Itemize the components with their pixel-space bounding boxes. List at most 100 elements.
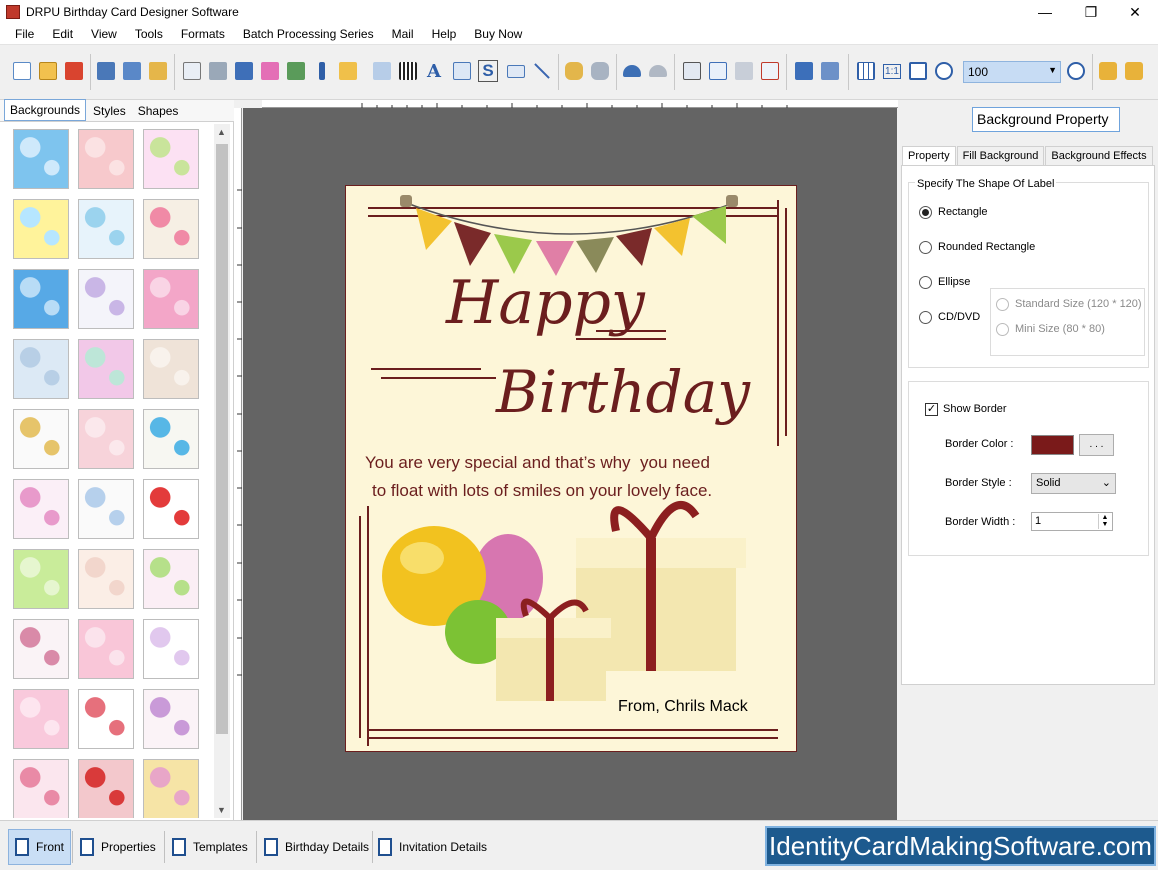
background-thumbnail[interactable] xyxy=(78,339,134,399)
minimize-button[interactable]: — xyxy=(1022,0,1068,24)
tab-fill-background[interactable]: Fill Background xyxy=(956,146,1045,165)
close-file-icon[interactable] xyxy=(62,59,86,83)
background-thumbnail[interactable] xyxy=(78,619,134,679)
menu-edit[interactable]: Edit xyxy=(43,27,82,41)
paste-icon[interactable] xyxy=(732,59,756,83)
menu-batch-processing[interactable]: Batch Processing Series xyxy=(234,27,383,41)
mail-icon[interactable] xyxy=(504,59,528,83)
tab-templates[interactable]: Templates xyxy=(172,829,248,865)
card-message-line1[interactable]: You are very special and that’s why you … xyxy=(365,453,710,473)
copy-icon[interactable] xyxy=(706,59,730,83)
grid-icon[interactable] xyxy=(854,59,878,83)
background-thumbnail[interactable] xyxy=(143,759,199,818)
new-icon[interactable] xyxy=(10,59,34,83)
radio-rectangle[interactable] xyxy=(919,206,932,219)
background-thumbnail[interactable] xyxy=(78,689,134,749)
stepper-arrows-icon[interactable]: ▲ ▼ xyxy=(1098,514,1111,529)
card-title-happy[interactable]: Happy xyxy=(446,268,645,338)
undo-icon[interactable] xyxy=(620,59,644,83)
background-thumbnail[interactable] xyxy=(13,129,69,189)
signature-icon[interactable]: S xyxy=(476,59,500,83)
zoom-select[interactable]: 100 ▼ xyxy=(963,61,1061,83)
watermark-icon[interactable] xyxy=(370,59,394,83)
background-thumbnail[interactable] xyxy=(143,619,199,679)
background-thumbnail[interactable] xyxy=(13,689,69,749)
tab-styles[interactable]: Styles xyxy=(88,101,131,121)
background-thumbnail[interactable] xyxy=(13,479,69,539)
tab-birthday-details[interactable]: Birthday Details xyxy=(264,829,369,865)
tab-invitation-details[interactable]: Invitation Details xyxy=(378,829,487,865)
background-thumbnail[interactable] xyxy=(143,549,199,609)
menu-help[interactable]: Help xyxy=(423,27,466,41)
unlock-icon[interactable] xyxy=(1122,59,1146,83)
background-thumbnail[interactable] xyxy=(78,129,134,189)
tab-property[interactable]: Property xyxy=(902,146,956,165)
gallery-scrollbar[interactable]: ▲ ▼ xyxy=(214,124,230,818)
background-thumbnail[interactable] xyxy=(143,199,199,259)
pen-icon[interactable] xyxy=(310,59,334,83)
word-art-icon[interactable] xyxy=(450,59,474,83)
border-style-select[interactable]: Solid ⌄ xyxy=(1031,473,1116,494)
radio-mini-size[interactable] xyxy=(996,323,1009,336)
shapes-icon[interactable] xyxy=(336,59,360,83)
actual-size-icon[interactable]: 1:1 xyxy=(880,59,904,83)
fit-window-icon[interactable] xyxy=(906,59,930,83)
image-icon[interactable] xyxy=(284,59,308,83)
background-thumbnail[interactable] xyxy=(78,549,134,609)
maximize-button[interactable]: ❐ xyxy=(1068,0,1114,24)
tab-background-effects[interactable]: Background Effects xyxy=(1045,146,1153,165)
scroll-down-icon[interactable]: ▼ xyxy=(217,805,226,815)
radio-cd-dvd[interactable] xyxy=(919,311,932,324)
barcode-icon[interactable] xyxy=(396,59,420,83)
delete-icon[interactable] xyxy=(758,59,782,83)
background-thumbnail[interactable] xyxy=(13,269,69,329)
background-thumbnail[interactable] xyxy=(143,689,199,749)
background-thumbnail[interactable] xyxy=(13,199,69,259)
background-thumbnail[interactable] xyxy=(143,269,199,329)
tab-front[interactable]: Front xyxy=(8,829,72,865)
background-thumbnail[interactable] xyxy=(13,759,69,818)
save-as-icon[interactable] xyxy=(120,59,144,83)
border-color-swatch[interactable] xyxy=(1031,435,1074,455)
card-message-line2[interactable]: to float with lots of smiles on your lov… xyxy=(372,481,712,501)
card-from[interactable]: From, Chrils Mack xyxy=(618,698,748,716)
cut-icon[interactable] xyxy=(680,59,704,83)
database-icon[interactable] xyxy=(562,59,586,83)
menu-tools[interactable]: Tools xyxy=(126,27,172,41)
lock-icon[interactable] xyxy=(1096,59,1120,83)
send-back-icon[interactable] xyxy=(818,59,842,83)
menu-buy-now[interactable]: Buy Now xyxy=(465,27,531,41)
radio-ellipse[interactable] xyxy=(919,276,932,289)
background-thumbnail[interactable] xyxy=(78,409,134,469)
background-thumbnail[interactable] xyxy=(13,549,69,609)
background-thumbnail[interactable] xyxy=(78,759,134,818)
bring-front-icon[interactable] xyxy=(792,59,816,83)
card-title-birthday[interactable]: Birthday xyxy=(496,358,750,426)
zoom-out-icon[interactable] xyxy=(1064,59,1088,83)
background-thumbnail[interactable] xyxy=(143,339,199,399)
close-button[interactable]: ✕ xyxy=(1112,0,1158,24)
menu-mail[interactable]: Mail xyxy=(383,27,423,41)
background-thumbnail[interactable] xyxy=(78,479,134,539)
gift-icon[interactable] xyxy=(258,59,282,83)
tab-properties[interactable]: Properties xyxy=(80,829,156,865)
scroll-up-icon[interactable]: ▲ xyxy=(217,127,226,137)
border-color-picker-button[interactable]: . . . xyxy=(1079,434,1114,456)
border-width-input[interactable]: 1 ▲ ▼ xyxy=(1031,512,1113,531)
birthday-card[interactable]: Happy Birthday You are very special and … xyxy=(345,185,797,752)
layers-icon[interactable] xyxy=(232,59,256,83)
export-icon[interactable] xyxy=(146,59,170,83)
menu-file[interactable]: File xyxy=(6,27,43,41)
tab-shapes[interactable]: Shapes xyxy=(133,101,184,121)
show-border-checkbox[interactable]: ✓ xyxy=(925,403,938,416)
zoom-in-icon[interactable] xyxy=(932,59,956,83)
save-icon[interactable] xyxy=(94,59,118,83)
menu-view[interactable]: View xyxy=(82,27,126,41)
background-thumbnail[interactable] xyxy=(78,199,134,259)
menu-formats[interactable]: Formats xyxy=(172,27,234,41)
print-preview-icon[interactable] xyxy=(180,59,204,83)
text-icon[interactable]: A xyxy=(422,59,446,83)
background-thumbnail[interactable] xyxy=(143,479,199,539)
background-thumbnail[interactable] xyxy=(143,129,199,189)
tab-backgrounds[interactable]: Backgrounds xyxy=(4,99,87,121)
